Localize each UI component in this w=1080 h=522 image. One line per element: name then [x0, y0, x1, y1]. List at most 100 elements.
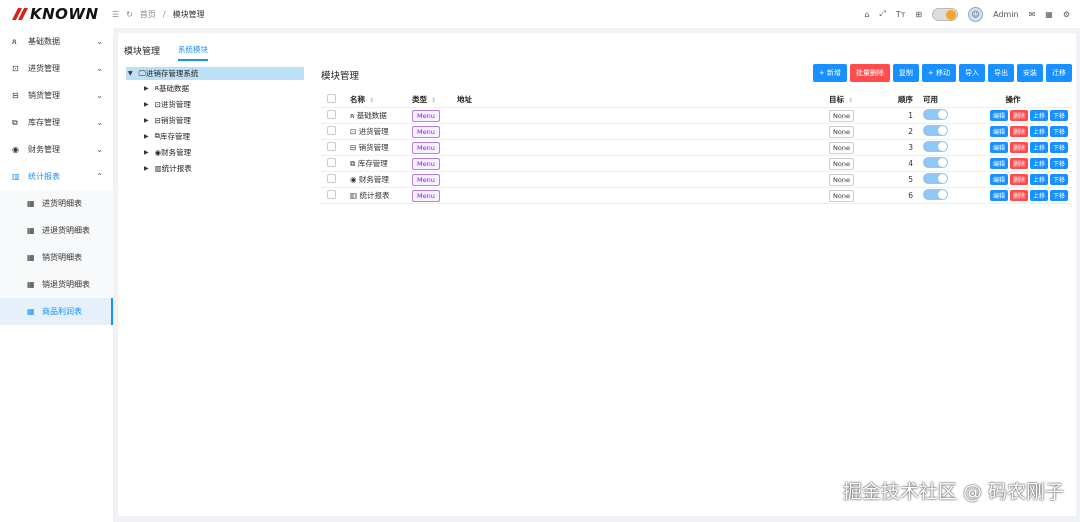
caret-right-icon[interactable]: ▶ — [144, 165, 149, 172]
edit-button[interactable]: 编辑 — [989, 174, 1008, 185]
copy-button[interactable]: 复制 — [892, 64, 919, 82]
tab-module-management[interactable]: 模块管理 — [124, 44, 160, 61]
mail-icon[interactable]: ✉ — [1029, 10, 1036, 19]
move-up-button[interactable]: 上移 — [1029, 174, 1048, 185]
move-up-button[interactable]: 上移 — [1029, 158, 1048, 169]
move-down-button[interactable]: 下移 — [1049, 126, 1068, 137]
caret-right-icon[interactable]: ▶ — [144, 85, 149, 92]
tree-node[interactable]: ▶ ⊡ 进货管理 — [126, 96, 304, 112]
row-checkbox[interactable] — [327, 190, 336, 199]
enabled-switch[interactable] — [923, 141, 948, 152]
table-row[interactable]: ▥ 统计报表 Menu None 6 编辑 删除 上移 下移 — [320, 188, 1072, 204]
sidebar-subitem-profit[interactable]: ▦ 商品利润表 — [0, 298, 113, 325]
move-down-button[interactable]: 下移 — [1049, 174, 1068, 185]
settings-icon[interactable]: ⚙ — [1063, 10, 1070, 19]
column-header-address[interactable]: 地址 — [457, 95, 472, 104]
table-row[interactable]: ◉ 财务管理 Menu None 5 编辑 删除 上移 下移 — [320, 172, 1072, 188]
user-name[interactable]: Admin — [993, 10, 1019, 19]
menu-toggle-icon[interactable]: ☰ — [112, 10, 119, 19]
tree-node[interactable]: ▶ ▥ 统计报表 — [126, 160, 304, 176]
caret-right-icon[interactable]: ▶ — [144, 149, 149, 156]
sidebar-item-reports[interactable]: ▥ 统计报表 ⌃ — [0, 163, 113, 190]
refresh-icon[interactable]: ↻ — [126, 10, 133, 19]
enabled-switch[interactable] — [923, 157, 948, 168]
move-up-button[interactable]: 上移 — [1029, 110, 1048, 121]
tree-root-node[interactable]: ▼ 🖵 进销存管理系统 — [126, 67, 304, 80]
sort-icon[interactable]: ⇕ — [369, 97, 374, 104]
caret-down-icon[interactable]: ▼ — [128, 70, 133, 77]
caret-right-icon[interactable]: ▶ — [144, 117, 149, 124]
tree-node[interactable]: ▶ ◉ 财务管理 — [126, 144, 304, 160]
font-size-icon[interactable]: Tт — [896, 10, 906, 19]
fullscreen-icon[interactable]: ⤢ — [879, 9, 885, 19]
delete-button[interactable]: 删除 — [1009, 110, 1028, 121]
table-row[interactable]: ⊡ 进货管理 Menu None 2 编辑 删除 上移 下移 — [320, 124, 1072, 140]
grid-icon[interactable]: ▦ — [1045, 10, 1053, 19]
home-icon[interactable]: ⌂ — [864, 10, 869, 19]
delete-button[interactable]: 删除 — [1009, 142, 1028, 153]
batch-delete-button[interactable]: 批量删除 — [849, 64, 890, 82]
row-checkbox[interactable] — [327, 126, 336, 135]
sidebar-item-basic-data[interactable]: ጸ 基础数据 ⌄ — [0, 28, 113, 55]
breadcrumb-home[interactable]: 首页 — [140, 9, 156, 20]
add-button[interactable]: + 新增 — [812, 64, 847, 82]
theme-toggle[interactable] — [932, 7, 959, 21]
install-button[interactable]: 安装 — [1017, 64, 1043, 82]
table-row[interactable]: ⊟ 销货管理 Menu None 3 编辑 删除 上移 下移 — [320, 140, 1072, 156]
tree-node[interactable]: ▶ ⊟ 销货管理 — [126, 112, 304, 128]
row-checkbox[interactable] — [327, 158, 336, 167]
export-button[interactable]: 导出 — [988, 64, 1014, 82]
edit-button[interactable]: 编辑 — [989, 190, 1008, 201]
table-row[interactable]: ጸ 基础数据 Menu None 1 编辑 删除 上移 下移 — [320, 108, 1072, 124]
enabled-switch[interactable] — [923, 173, 948, 184]
caret-right-icon[interactable]: ▶ — [144, 133, 149, 140]
column-header-name[interactable]: 名称 — [350, 95, 365, 104]
column-header-enabled[interactable]: 可用 — [923, 95, 938, 104]
delete-button[interactable]: 删除 — [1009, 158, 1028, 169]
sidebar-subitem-purchase-detail[interactable]: ▦ 进货明细表 — [0, 190, 113, 217]
sidebar-item-inventory[interactable]: ⧉ 库存管理 ⌄ — [0, 109, 113, 136]
delete-button[interactable]: 删除 — [1009, 174, 1028, 185]
sidebar-item-purchase[interactable]: ⊡ 进货管理 ⌄ — [0, 55, 113, 82]
move-up-button[interactable]: 上移 — [1029, 190, 1048, 201]
sidebar-subitem-purchase-return-detail[interactable]: ▦ 进退货明细表 — [0, 217, 113, 244]
enabled-switch[interactable] — [923, 109, 948, 120]
row-checkbox[interactable] — [327, 174, 336, 183]
column-header-order[interactable]: 顺序 — [898, 95, 913, 104]
sort-icon[interactable]: ⇕ — [431, 97, 436, 104]
edit-button[interactable]: 编辑 — [989, 126, 1008, 137]
caret-right-icon[interactable]: ▶ — [144, 101, 149, 108]
layout-icon[interactable]: ⊞ — [915, 10, 922, 19]
move-down-button[interactable]: 下移 — [1049, 190, 1068, 201]
row-checkbox[interactable] — [327, 110, 336, 119]
avatar[interactable]: ☺ — [968, 6, 984, 22]
move-up-button[interactable]: 上移 — [1029, 126, 1048, 137]
move-button[interactable]: + 移动 — [921, 64, 956, 82]
sidebar-item-finance[interactable]: ◉ 财务管理 ⌄ — [0, 136, 113, 163]
tree-node[interactable]: ▶ ⧉ 库存管理 — [126, 128, 304, 144]
row-checkbox[interactable] — [327, 142, 336, 151]
move-down-button[interactable]: 下移 — [1049, 158, 1068, 169]
select-all-checkbox[interactable] — [327, 93, 336, 103]
column-header-target[interactable]: 目标 — [829, 95, 844, 104]
sidebar-subitem-sales-return-detail[interactable]: ▦ 销退货明细表 — [0, 271, 113, 298]
sidebar-item-sales[interactable]: ⊟ 销货管理 ⌄ — [0, 82, 113, 109]
move-up-button[interactable]: 上移 — [1029, 142, 1048, 153]
delete-button[interactable]: 删除 — [1009, 126, 1028, 137]
column-header-type[interactable]: 类型 — [412, 95, 427, 104]
edit-button[interactable]: 编辑 — [989, 110, 1008, 121]
sort-icon[interactable]: ⇕ — [848, 97, 853, 104]
tree-node[interactable]: ▶ ጸ 基础数据 — [126, 80, 304, 96]
enabled-switch[interactable] — [923, 125, 948, 136]
delete-button[interactable]: 删除 — [1009, 190, 1028, 201]
move-down-button[interactable]: 下移 — [1049, 110, 1068, 121]
edit-button[interactable]: 编辑 — [989, 142, 1008, 153]
enabled-switch[interactable] — [923, 189, 948, 200]
move-down-button[interactable]: 下移 — [1049, 142, 1068, 153]
migrate-button[interactable]: 迁移 — [1046, 64, 1072, 82]
sidebar-subitem-sales-detail[interactable]: ▦ 销货明细表 — [0, 244, 113, 271]
tab-system-modules[interactable]: 系统模块 — [178, 44, 209, 61]
edit-button[interactable]: 编辑 — [989, 158, 1008, 169]
table-row[interactable]: ⧉ 库存管理 Menu None 4 编辑 删除 上移 下移 — [320, 156, 1072, 172]
import-button[interactable]: 导入 — [959, 64, 985, 82]
